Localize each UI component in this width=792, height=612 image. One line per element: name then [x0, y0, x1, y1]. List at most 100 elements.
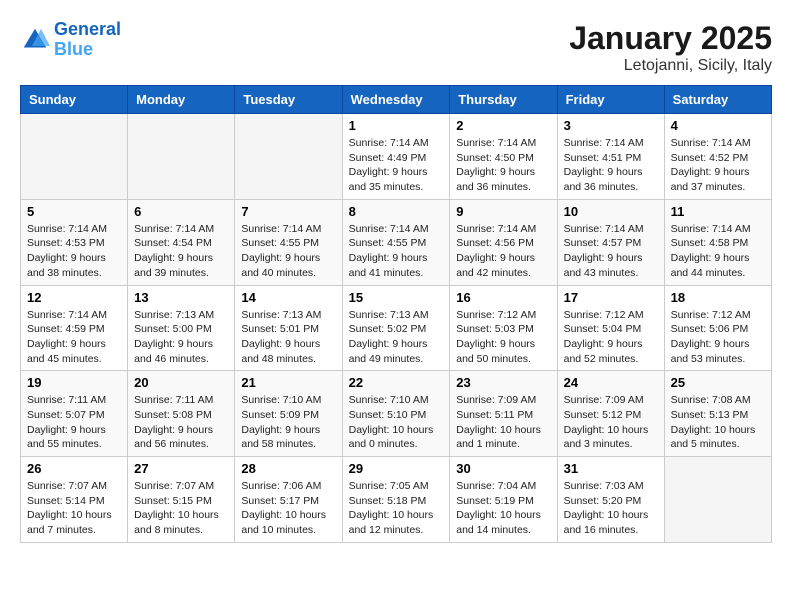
calendar-cell [235, 114, 342, 200]
calendar-cell [664, 457, 771, 543]
day-info: Sunrise: 7:14 AM Sunset: 4:57 PM Dayligh… [564, 222, 658, 281]
calendar-cell: 23Sunrise: 7:09 AM Sunset: 5:11 PM Dayli… [450, 371, 557, 457]
calendar-cell: 5 Sunrise: 7:14 AM Sunset: 4:53 PM Daylig… [21, 199, 128, 285]
day-info: Sunrise: 7:14 AM Sunset: 4:55 PM Dayligh… [349, 222, 444, 281]
day-number: 9 [456, 204, 550, 219]
calendar-cell: 17 Sunrise: 7:12 AM Sunset: 5:04 PM Dayli… [557, 285, 664, 371]
day-number: 17 [564, 290, 658, 305]
calendar-cell [21, 114, 128, 200]
calendar-cell: 3 Sunrise: 7:14 AM Sunset: 4:51 PM Daylig… [557, 114, 664, 200]
title-block: January 2025 Letojanni, Sicily, Italy [569, 20, 772, 75]
calendar-cell: 9 Sunrise: 7:14 AM Sunset: 4:56 PM Daylig… [450, 199, 557, 285]
day-info: Sunrise: 7:09 AM Sunset: 5:11 PM Dayligh… [456, 393, 550, 452]
weekday-header-friday: Friday [557, 86, 664, 114]
calendar-cell: 22Sunrise: 7:10 AM Sunset: 5:10 PM Dayli… [342, 371, 450, 457]
day-number: 22 [349, 375, 444, 390]
day-number: 27 [134, 461, 228, 476]
day-number: 16 [456, 290, 550, 305]
calendar-cell: 29 Sunrise: 7:05 AM Sunset: 5:18 PM Dayli… [342, 457, 450, 543]
day-number: 3 [564, 118, 658, 133]
calendar-cell: 24 Sunrise: 7:09 AM Sunset: 5:12 PM Dayli… [557, 371, 664, 457]
calendar-cell: 2 Sunrise: 7:14 AM Sunset: 4:50 PM Daylig… [450, 114, 557, 200]
week-row-1: 5 Sunrise: 7:14 AM Sunset: 4:53 PM Daylig… [21, 199, 772, 285]
day-number: 31 [564, 461, 658, 476]
day-info: Sunrise: 7:13 AM Sunset: 5:00 PM Dayligh… [134, 308, 228, 367]
day-info: Sunrise: 7:12 AM Sunset: 5:03 PM Dayligh… [456, 308, 550, 367]
calendar-cell: 8 Sunrise: 7:14 AM Sunset: 4:55 PM Daylig… [342, 199, 450, 285]
day-number: 4 [671, 118, 765, 133]
day-info: Sunrise: 7:14 AM Sunset: 4:55 PM Dayligh… [241, 222, 335, 281]
day-number: 2 [456, 118, 550, 133]
calendar-cell: 4 Sunrise: 7:14 AM Sunset: 4:52 PM Daylig… [664, 114, 771, 200]
day-number: 7 [241, 204, 335, 219]
day-info: Sunrise: 7:12 AM Sunset: 5:06 PM Dayligh… [671, 308, 765, 367]
day-info: Sunrise: 7:04 AM Sunset: 5:19 PM Dayligh… [456, 479, 550, 538]
calendar-cell: 27Sunrise: 7:07 AM Sunset: 5:15 PM Dayli… [128, 457, 235, 543]
calendar-cell: 20Sunrise: 7:11 AM Sunset: 5:08 PM Dayli… [128, 371, 235, 457]
day-info: Sunrise: 7:11 AM Sunset: 5:07 PM Dayligh… [27, 393, 121, 452]
weekday-header-thursday: Thursday [450, 86, 557, 114]
day-info: Sunrise: 7:14 AM Sunset: 4:58 PM Dayligh… [671, 222, 765, 281]
weekday-header-tuesday: Tuesday [235, 86, 342, 114]
day-number: 24 [564, 375, 658, 390]
day-number: 10 [564, 204, 658, 219]
calendar-cell: 15Sunrise: 7:13 AM Sunset: 5:02 PM Dayli… [342, 285, 450, 371]
calendar-cell [128, 114, 235, 200]
logo-icon [20, 25, 50, 55]
day-info: Sunrise: 7:10 AM Sunset: 5:09 PM Dayligh… [241, 393, 335, 452]
calendar-cell: 7 Sunrise: 7:14 AM Sunset: 4:55 PM Daylig… [235, 199, 342, 285]
logo-text: General Blue [54, 20, 121, 60]
day-info: Sunrise: 7:06 AM Sunset: 5:17 PM Dayligh… [241, 479, 335, 538]
day-info: Sunrise: 7:11 AM Sunset: 5:08 PM Dayligh… [134, 393, 228, 452]
weekday-header-wednesday: Wednesday [342, 86, 450, 114]
day-number: 25 [671, 375, 765, 390]
calendar-cell: 12Sunrise: 7:14 AM Sunset: 4:59 PM Dayli… [21, 285, 128, 371]
week-row-2: 12Sunrise: 7:14 AM Sunset: 4:59 PM Dayli… [21, 285, 772, 371]
week-row-3: 19 Sunrise: 7:11 AM Sunset: 5:07 PM Dayli… [21, 371, 772, 457]
calendar-cell: 14Sunrise: 7:13 AM Sunset: 5:01 PM Dayli… [235, 285, 342, 371]
day-info: Sunrise: 7:14 AM Sunset: 4:53 PM Dayligh… [27, 222, 121, 281]
calendar-cell: 25 Sunrise: 7:08 AM Sunset: 5:13 PM Dayli… [664, 371, 771, 457]
location: Letojanni, Sicily, Italy [569, 57, 772, 75]
calendar-cell: 16 Sunrise: 7:12 AM Sunset: 5:03 PM Dayli… [450, 285, 557, 371]
day-info: Sunrise: 7:14 AM Sunset: 4:54 PM Dayligh… [134, 222, 228, 281]
day-number: 12 [27, 290, 121, 305]
day-info: Sunrise: 7:14 AM Sunset: 4:51 PM Dayligh… [564, 136, 658, 195]
calendar-cell: 31 Sunrise: 7:03 AM Sunset: 5:20 PM Dayli… [557, 457, 664, 543]
logo: General Blue [20, 20, 121, 60]
day-number: 19 [27, 375, 121, 390]
day-info: Sunrise: 7:13 AM Sunset: 5:02 PM Dayligh… [349, 308, 444, 367]
calendar-cell: 13 Sunrise: 7:13 AM Sunset: 5:00 PM Dayli… [128, 285, 235, 371]
day-number: 14 [241, 290, 335, 305]
calendar-cell: 28Sunrise: 7:06 AM Sunset: 5:17 PM Dayli… [235, 457, 342, 543]
day-info: Sunrise: 7:08 AM Sunset: 5:13 PM Dayligh… [671, 393, 765, 452]
day-info: Sunrise: 7:03 AM Sunset: 5:20 PM Dayligh… [564, 479, 658, 538]
page-header: General Blue January 2025 Letojanni, Sic… [20, 20, 772, 75]
calendar-cell: 1Sunrise: 7:14 AM Sunset: 4:49 PM Daylig… [342, 114, 450, 200]
day-info: Sunrise: 7:05 AM Sunset: 5:18 PM Dayligh… [349, 479, 444, 538]
week-row-4: 26Sunrise: 7:07 AM Sunset: 5:14 PM Dayli… [21, 457, 772, 543]
day-number: 13 [134, 290, 228, 305]
month-title: January 2025 [569, 20, 772, 57]
day-number: 30 [456, 461, 550, 476]
day-number: 29 [349, 461, 444, 476]
calendar-cell: 11 Sunrise: 7:14 AM Sunset: 4:58 PM Dayli… [664, 199, 771, 285]
day-info: Sunrise: 7:14 AM Sunset: 4:50 PM Dayligh… [456, 136, 550, 195]
day-info: Sunrise: 7:14 AM Sunset: 4:52 PM Dayligh… [671, 136, 765, 195]
calendar-cell: 26Sunrise: 7:07 AM Sunset: 5:14 PM Dayli… [21, 457, 128, 543]
day-info: Sunrise: 7:14 AM Sunset: 4:56 PM Dayligh… [456, 222, 550, 281]
weekday-header-saturday: Saturday [664, 86, 771, 114]
day-number: 6 [134, 204, 228, 219]
day-number: 8 [349, 204, 444, 219]
weekday-header-monday: Monday [128, 86, 235, 114]
week-row-0: 1Sunrise: 7:14 AM Sunset: 4:49 PM Daylig… [21, 114, 772, 200]
day-info: Sunrise: 7:09 AM Sunset: 5:12 PM Dayligh… [564, 393, 658, 452]
calendar: SundayMondayTuesdayWednesdayThursdayFrid… [20, 85, 772, 543]
day-info: Sunrise: 7:07 AM Sunset: 5:14 PM Dayligh… [27, 479, 121, 538]
day-number: 1 [349, 118, 444, 133]
calendar-cell: 18Sunrise: 7:12 AM Sunset: 5:06 PM Dayli… [664, 285, 771, 371]
day-number: 21 [241, 375, 335, 390]
day-info: Sunrise: 7:12 AM Sunset: 5:04 PM Dayligh… [564, 308, 658, 367]
day-number: 11 [671, 204, 765, 219]
day-number: 5 [27, 204, 121, 219]
